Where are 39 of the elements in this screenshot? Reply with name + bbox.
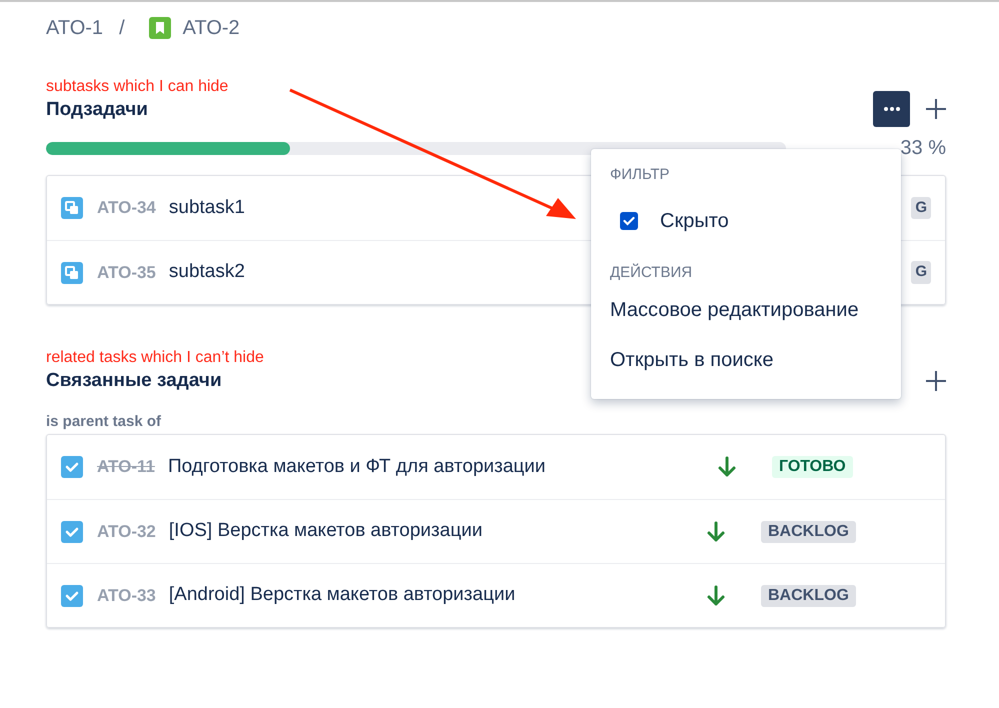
status-lozenge: BACKLOG	[761, 520, 856, 542]
ellipsis-icon	[884, 107, 900, 111]
checkbox[interactable]	[620, 212, 638, 230]
bookmark-icon	[148, 17, 171, 39]
annotation-text: subtasks which I can hide	[46, 77, 228, 97]
arrow-down-icon	[706, 584, 726, 606]
task-icon	[61, 456, 83, 478]
check-icon	[623, 216, 635, 226]
plus-icon	[926, 371, 946, 391]
breadcrumb-link[interactable]: ATO-1	[46, 13, 104, 43]
checkbox-label[interactable]: Скрыто	[660, 206, 729, 236]
issue-title[interactable]: Подготовка макетов и ФТ для авторизации	[168, 452, 546, 482]
arrow-down-icon	[717, 456, 737, 478]
status-lozenge: G	[911, 261, 931, 284]
progress-reading: 33 %	[900, 136, 946, 161]
task-icon	[61, 520, 83, 542]
section-title: Связанные задачи	[46, 368, 222, 393]
menu-heading: ФИЛЬТР	[609, 165, 671, 185]
annotation-text: related tasks which I can’t hide	[46, 348, 264, 368]
arrow-down-icon	[706, 520, 726, 542]
subtask-icon	[61, 262, 83, 284]
issue-title[interactable]: [Android] Верстка макетов авторизации	[168, 581, 516, 610]
plus-icon	[926, 99, 946, 119]
relation-label: is parent task of	[46, 413, 162, 431]
status-lozenge: ГОТОВО	[772, 456, 853, 478]
issue-title[interactable]: subtask2	[168, 258, 245, 287]
task-icon	[61, 584, 83, 606]
status-lozenge: BACKLOG	[761, 584, 856, 606]
breadcrumb-separator: /	[119, 16, 125, 41]
issue-title[interactable]: subtask1	[168, 194, 245, 222]
menu-item[interactable]: Открыть в поиске	[591, 335, 901, 385]
issue-title[interactable]: [IOS] Верстка макетов авторизации	[168, 517, 482, 546]
more-button[interactable]	[873, 91, 910, 127]
section-title: Подзадачи	[46, 98, 148, 122]
status-lozenge: G	[911, 196, 931, 220]
subtask-icon	[61, 197, 83, 219]
menu-item[interactable]: Массовое редактирование	[591, 285, 901, 335]
menu-heading: ДЕЙСТВИЯ	[609, 262, 694, 283]
breadcrumb-link[interactable]: ATO-2	[182, 13, 240, 43]
